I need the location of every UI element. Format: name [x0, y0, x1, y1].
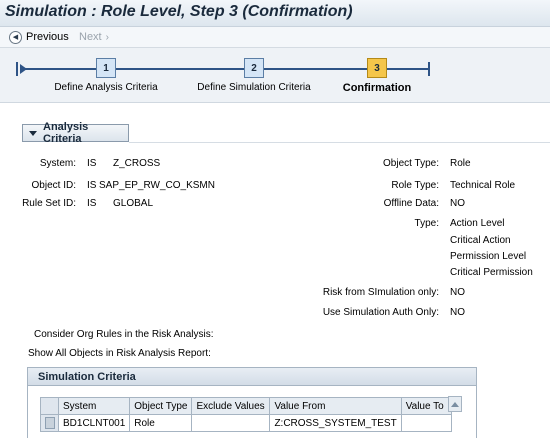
- navigation-bar: ◀ Previous Next ›: [0, 27, 550, 48]
- risk-from-simulation-label: Risk from SImulation only:: [322, 287, 439, 298]
- offline-data-value: NO: [450, 198, 465, 209]
- system-operator: IS: [87, 158, 97, 169]
- simulation-criteria-header: Simulation Criteria: [28, 368, 476, 386]
- chevron-right-icon: ›: [105, 31, 109, 43]
- object-type-label: Object Type:: [383, 158, 439, 169]
- use-simulation-auth-label: Use Simulation Auth Only:: [322, 307, 439, 318]
- roadmap-step-1-label: Define Analysis Criteria: [54, 82, 158, 93]
- object-id-value: SAP_EP_RW_CO_KSMN: [99, 180, 215, 191]
- row-selector[interactable]: [40, 414, 59, 432]
- previous-button[interactable]: ◀ Previous: [9, 30, 69, 44]
- simulation-criteria-table: System Object Type Exclude Values Value …: [40, 397, 452, 432]
- analysis-criteria-tray-toggle[interactable]: Analysis Criteria: [22, 121, 129, 145]
- offline-data-label: Offline Data:: [383, 198, 439, 209]
- next-button[interactable]: Next ›: [79, 30, 109, 44]
- column-header-object-type[interactable]: Object Type: [129, 397, 193, 415]
- rule-set-id-value: GLOBAL: [113, 198, 154, 209]
- roadmap-start-arrow-icon: [20, 64, 27, 74]
- type-value-action-level: Action Level: [450, 218, 505, 229]
- column-header-value-to[interactable]: Value To: [400, 397, 452, 415]
- org-rules-label: Consider Org Rules in the Risk Analysis:: [34, 329, 214, 340]
- table-row[interactable]: BD1CLNT001 Role Z:CROSS_SYSTEM_TEST: [40, 414, 452, 432]
- roadmap: 1 2 3 Define Analysis Criteria Define Si…: [0, 48, 550, 103]
- column-header-exclude-values[interactable]: Exclude Values: [191, 397, 271, 415]
- title-bar: Simulation : Role Level, Step 3 (Confirm…: [0, 0, 550, 27]
- type-value-permission-level: Permission Level: [450, 251, 527, 262]
- table-header-row: System Object Type Exclude Values Value …: [40, 397, 452, 415]
- select-all-cell[interactable]: [40, 397, 59, 415]
- role-type-label: Role Type:: [391, 180, 439, 191]
- roadmap-step-2[interactable]: 2: [244, 58, 264, 78]
- rule-set-id-operator: IS: [87, 198, 97, 209]
- type-value-critical-action: Critical Action: [450, 235, 511, 246]
- page-title: Simulation : Role Level, Step 3 (Confirm…: [5, 3, 353, 20]
- show-all-objects-label: Show All Objects in Risk Analysis Report…: [28, 348, 211, 359]
- scroll-up-icon: [451, 401, 459, 407]
- use-simulation-auth-value: NO: [450, 307, 465, 318]
- object-type-value: Role: [450, 158, 471, 169]
- roadmap-step-1[interactable]: 1: [96, 58, 116, 78]
- roadmap-step-3[interactable]: 3: [367, 58, 387, 78]
- column-header-value-from[interactable]: Value From: [269, 397, 402, 415]
- type-label: Type:: [414, 218, 439, 229]
- collapse-triangle-icon: [29, 130, 37, 136]
- cell-value-from[interactable]: Z:CROSS_SYSTEM_TEST: [269, 414, 402, 432]
- chevron-left-icon: ◀: [9, 30, 22, 44]
- row-select-box[interactable]: [44, 417, 55, 429]
- cell-value-to[interactable]: [400, 414, 452, 432]
- roadmap-start-marker: [16, 62, 18, 76]
- tray-divider: [129, 142, 550, 143]
- simulation-criteria-panel: Simulation Criteria System Object Type E…: [27, 367, 477, 438]
- cell-system[interactable]: BD1CLNT001: [57, 414, 131, 432]
- rule-set-id-label: Rule Set ID:: [22, 198, 76, 209]
- cell-exclude-values[interactable]: [191, 414, 271, 432]
- table-scroll-up-button[interactable]: [448, 396, 462, 412]
- cell-object-type[interactable]: Role: [129, 414, 193, 432]
- next-label: Next: [79, 31, 102, 43]
- object-id-operator: IS: [87, 180, 97, 191]
- roadmap-end-marker: [428, 62, 430, 76]
- column-header-system[interactable]: System: [57, 397, 131, 415]
- type-value-critical-permission: Critical Permission: [450, 267, 533, 278]
- system-label: System:: [39, 158, 76, 169]
- previous-label: Previous: [26, 31, 69, 43]
- role-type-value: Technical Role: [450, 180, 516, 191]
- object-id-label: Object ID:: [31, 180, 76, 191]
- risk-from-simulation-value: NO: [450, 287, 465, 298]
- roadmap-step-3-label: Confirmation: [342, 82, 412, 94]
- system-value: Z_CROSS: [113, 158, 161, 169]
- analysis-criteria-header: Analysis Criteria: [43, 121, 89, 145]
